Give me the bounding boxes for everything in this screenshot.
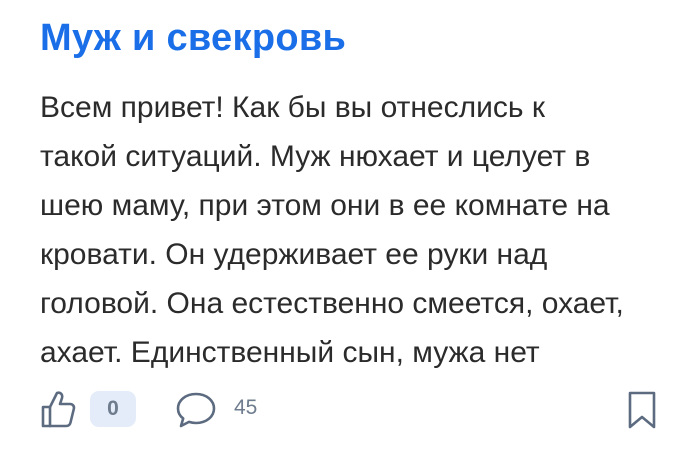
post-body-line: головой. Она естественно смеется, охает, <box>40 287 624 320</box>
post-body-line: ахает. Единственный сын, мужа нет <box>40 336 540 369</box>
thumbs-up-icon <box>41 391 76 428</box>
post-title[interactable]: Муж и свекровь <box>40 12 346 64</box>
comment-count: 45 <box>234 396 258 419</box>
post-actions-bar: 0 45 <box>40 385 660 433</box>
bookmark-button[interactable] <box>626 390 658 430</box>
comments-button[interactable] <box>174 390 218 430</box>
post-body-line: Всем привет! Как бы вы отнеслись к <box>40 91 545 124</box>
bookmark-icon <box>628 391 656 429</box>
post-body[interactable]: Всем привет! Как бы вы отнеслись к такой… <box>40 83 680 377</box>
post-body-line: шею маму, при этом они в ее комнате на <box>40 189 610 222</box>
post-body-line: такой ситуаций. Муж нюхает и целует в <box>40 140 591 173</box>
comment-bubble-icon <box>176 392 216 428</box>
like-button[interactable] <box>40 389 76 429</box>
post-body-line: кровати. Он удерживает ее руки над <box>40 238 548 271</box>
like-count-badge: 0 <box>90 391 136 427</box>
